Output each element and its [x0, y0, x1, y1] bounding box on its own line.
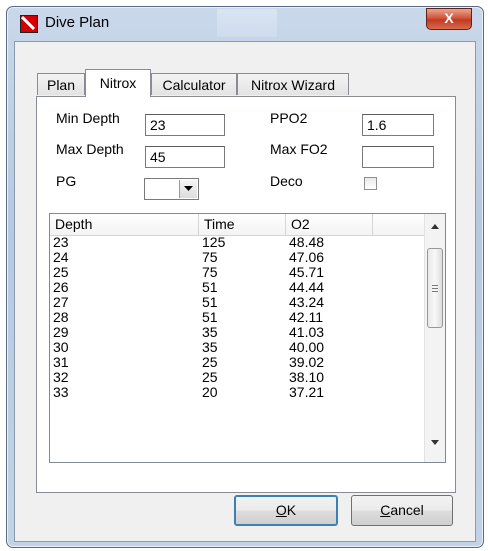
depth-cell: 32 — [53, 369, 69, 385]
o2-cell: 44.44 — [289, 279, 325, 295]
min-depth-field[interactable]: 23 — [145, 114, 225, 136]
column-header-o2[interactable]: O2 — [286, 214, 373, 235]
o2-cell: 47.06 — [289, 249, 325, 265]
table-row[interactable]: 32 25 38.10 — [50, 370, 424, 385]
scrollbar-thumb[interactable] — [427, 248, 443, 328]
vertical-scrollbar[interactable] — [424, 214, 445, 462]
min-depth-label: Min Depth — [56, 110, 120, 126]
thumb-grip-line — [432, 285, 438, 286]
column-header-time[interactable]: Time — [199, 214, 286, 235]
time-cell: 125 — [202, 234, 226, 250]
scroll-up-arrow-icon[interactable] — [425, 218, 445, 236]
o2-cell: 41.03 — [289, 324, 325, 340]
depth-cell: 30 — [53, 339, 69, 355]
time-cell: 20 — [202, 384, 218, 400]
o2-cell: 42.11 — [289, 309, 323, 325]
title-bar[interactable]: Dive Plan X — [7, 7, 483, 41]
o2-cell: 39.02 — [289, 354, 325, 370]
depth-cell: 24 — [53, 249, 69, 265]
max-fo2-field[interactable] — [362, 146, 434, 168]
tab-plan[interactable]: Plan — [37, 73, 85, 95]
depth-table[interactable]: Depth Time O2 23 125 48.48 24 75 47.06 25 75 45.… — [49, 213, 446, 463]
time-cell: 51 — [202, 294, 218, 310]
time-cell: 35 — [202, 339, 218, 355]
o2-cell: 37.21 — [289, 384, 325, 400]
depth-cell: 27 — [53, 294, 69, 310]
column-header-depth[interactable]: Depth — [50, 214, 199, 235]
thumb-grip-line — [432, 291, 438, 292]
table-row[interactable]: 23 125 48.48 — [50, 235, 424, 250]
table-row[interactable]: 24 75 47.06 — [50, 250, 424, 265]
o2-cell: 38.10 — [289, 369, 325, 385]
column-header-blank[interactable] — [373, 214, 424, 235]
chevron-down-icon[interactable] — [179, 180, 197, 198]
max-depth-field[interactable]: 45 — [145, 146, 225, 168]
time-cell: 25 — [202, 354, 218, 370]
o2-cell: 45.71 — [289, 264, 325, 280]
table-row[interactable]: 29 35 41.03 — [50, 325, 424, 340]
tab-nitrox[interactable]: Nitrox — [85, 69, 151, 97]
depth-cell: 23 — [53, 234, 69, 250]
title-glass-reflection — [217, 9, 277, 37]
table-row[interactable]: 31 25 39.02 — [50, 355, 424, 370]
time-cell: 51 — [202, 309, 218, 325]
table-header: Depth Time O2 — [50, 214, 424, 236]
o2-cell: 40.00 — [289, 339, 325, 355]
thumb-grip-line — [432, 288, 438, 289]
table-row[interactable]: 27 51 43.24 — [50, 295, 424, 310]
cancel-label-rest: ancel — [390, 502, 424, 518]
time-cell: 75 — [202, 264, 218, 280]
app-icon[interactable] — [20, 15, 38, 33]
window-title: Dive Plan — [45, 14, 110, 31]
table-row[interactable]: 30 35 40.00 — [50, 340, 424, 355]
deco-checkbox[interactable] — [364, 177, 377, 190]
ok-mnemonic: O — [275, 502, 287, 518]
depth-cell: 26 — [53, 279, 69, 295]
depth-cell: 33 — [53, 384, 69, 400]
depth-cell: 28 — [53, 309, 69, 325]
time-cell: 35 — [202, 324, 218, 340]
tab-calculator[interactable]: Calculator — [151, 73, 237, 95]
pg-dropdown[interactable] — [144, 178, 199, 200]
max-fo2-label: Max FO2 — [270, 141, 328, 157]
time-cell: 75 — [202, 249, 218, 265]
o2-cell: 43.24 — [289, 294, 325, 310]
ok-button[interactable]: OK — [234, 495, 338, 526]
o2-cell: 48.48 — [289, 234, 325, 250]
table-row[interactable]: 33 20 37.21 — [50, 385, 424, 400]
depth-cell: 29 — [53, 324, 69, 340]
pg-label: PG — [56, 173, 77, 189]
time-cell: 25 — [202, 369, 218, 385]
table-row[interactable]: 25 75 45.71 — [50, 265, 424, 280]
ok-label-rest: K — [286, 502, 297, 518]
ppo2-field[interactable]: 1.6 — [362, 114, 434, 136]
tab-nitrox-wizard[interactable]: Nitrox Wizard — [237, 73, 349, 95]
depth-cell: 25 — [53, 264, 69, 280]
max-depth-label: Max Depth — [56, 141, 124, 157]
table-body: 23 125 48.48 24 75 47.06 25 75 45.71 26 51 44.44 27 5… — [50, 235, 424, 400]
table-row[interactable]: 28 51 42.11 — [50, 310, 424, 325]
cancel-mnemonic: C — [380, 502, 391, 518]
time-cell: 51 — [202, 279, 218, 295]
close-button[interactable]: X — [426, 8, 472, 30]
cancel-button[interactable]: Cancel — [351, 495, 453, 526]
deco-label: Deco — [270, 173, 303, 189]
table-row[interactable]: 26 51 44.44 — [50, 280, 424, 295]
ppo2-label: PPO2 — [270, 110, 308, 126]
depth-cell: 31 — [53, 354, 69, 370]
scroll-down-arrow-icon[interactable] — [425, 434, 445, 452]
